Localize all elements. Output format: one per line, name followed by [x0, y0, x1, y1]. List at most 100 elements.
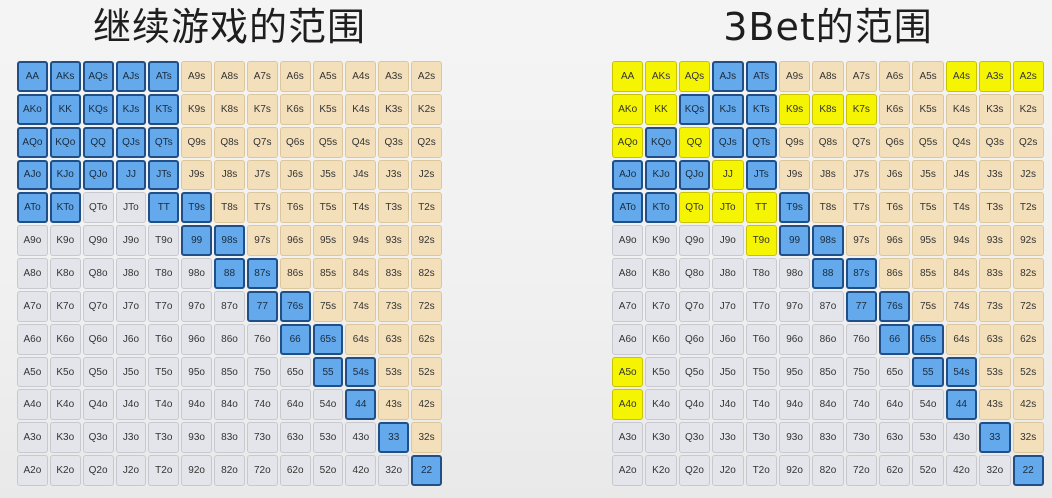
hand-cell-T7o: T7o [745, 290, 777, 322]
hand-cell-KTo: KTo [49, 192, 81, 224]
hand-cell-74s: 74s [945, 290, 978, 322]
hand-cell-QQ: QQ [82, 126, 114, 158]
hand-cell-K9s: K9s [778, 93, 811, 125]
hand-cell-62o: 62o [279, 455, 311, 486]
hand-cell-54o: 54o [312, 389, 344, 421]
hand-cell-A3s: A3s [378, 61, 410, 92]
hand-cell-AQo: AQo [612, 126, 644, 158]
hand-cell-73o: 73o [246, 422, 278, 454]
hand-cell-KJs: KJs [712, 93, 744, 125]
threebet-range-title: 3Bet的范围 [723, 5, 933, 49]
hand-cell-85s: 85s [912, 258, 944, 289]
hand-cell-K7o: K7o [49, 290, 81, 322]
hand-cell-73s: 73s [979, 290, 1011, 322]
hand-cell-82o: 82o [812, 455, 844, 486]
hand-cell-A5o: A5o [612, 356, 644, 388]
hand-cell-J2s: J2s [1012, 159, 1044, 191]
hand-cell-K9o: K9o [645, 225, 677, 257]
hand-cell-92s: 92s [1012, 225, 1044, 257]
hand-cell-76s: 76s [279, 290, 311, 322]
hand-cell-42o: 42o [345, 455, 377, 486]
hand-cell-53o: 53o [912, 422, 944, 454]
hand-cell-J6s: J6s [279, 159, 311, 191]
hand-cell-K5s: K5s [912, 93, 944, 125]
hand-cell-85o: 85o [214, 356, 245, 388]
hand-cell-JTo: JTo [115, 192, 147, 224]
hand-cell-55: 55 [312, 356, 344, 388]
hand-cell-44: 44 [945, 389, 978, 421]
hand-cell-53o: 53o [312, 422, 344, 454]
hand-cell-KQs: KQs [82, 93, 114, 125]
hand-cell-J8s: J8s [214, 159, 245, 191]
hand-cell-T7s: T7s [246, 192, 278, 224]
hand-cell-33: 33 [378, 422, 410, 454]
hand-cell-Q4s: Q4s [945, 126, 978, 158]
hand-cell-A6s: A6s [279, 61, 311, 92]
hand-cell-Q4o: Q4o [678, 389, 711, 421]
hand-cell-Q8o: Q8o [678, 258, 711, 289]
hand-cell-K7o: K7o [645, 290, 677, 322]
hand-cell-T8o: T8o [148, 258, 180, 289]
hand-cell-94o: 94o [778, 389, 811, 421]
hand-cell-Q8s: Q8s [812, 126, 844, 158]
hand-cell-T6o: T6o [745, 323, 777, 355]
hand-cell-42s: 42s [1012, 389, 1044, 421]
hand-cell-Q7s: Q7s [845, 126, 877, 158]
hand-cell-Q6s: Q6s [879, 126, 911, 158]
hand-cell-KK: KK [645, 93, 677, 125]
hand-cell-97o: 97o [778, 290, 811, 322]
hand-cell-K3s: K3s [378, 93, 410, 125]
hand-cell-63s: 63s [979, 323, 1011, 355]
hand-cell-QJo: QJo [82, 159, 114, 191]
hand-cell-T2o: T2o [148, 455, 180, 486]
hand-cell-T4s: T4s [945, 192, 978, 224]
hand-cell-A4o: A4o [17, 389, 48, 421]
hand-cell-KTs: KTs [745, 93, 777, 125]
hand-cell-A5s: A5s [912, 61, 944, 92]
hand-cell-43o: 43o [945, 422, 978, 454]
hand-cell-94o: 94o [181, 389, 213, 421]
hand-cell-98o: 98o [181, 258, 213, 289]
hand-cell-65s: 65s [312, 323, 344, 355]
hand-cell-87s: 87s [845, 258, 877, 289]
hand-cell-K2s: K2s [411, 93, 442, 125]
hand-cell-95o: 95o [181, 356, 213, 388]
hand-cell-J6o: J6o [115, 323, 147, 355]
hand-cell-A7s: A7s [246, 61, 278, 92]
hand-cell-T3o: T3o [745, 422, 777, 454]
hand-cell-A4s: A4s [945, 61, 978, 92]
hand-cell-73o: 73o [845, 422, 877, 454]
hand-cell-J7s: J7s [845, 159, 877, 191]
hand-cell-A5o: A5o [17, 356, 48, 388]
hand-cell-Q7o: Q7o [678, 290, 711, 322]
hand-cell-A4s: A4s [345, 61, 377, 92]
hand-cell-J9s: J9s [181, 159, 213, 191]
hand-cell-Q7o: Q7o [82, 290, 114, 322]
hand-cell-86s: 86s [879, 258, 911, 289]
hand-cell-K4s: K4s [945, 93, 978, 125]
hand-cell-T8o: T8o [745, 258, 777, 289]
hand-cell-T6s: T6s [279, 192, 311, 224]
hand-cell-Q5o: Q5o [678, 356, 711, 388]
hand-cell-75o: 75o [246, 356, 278, 388]
hand-cell-AJo: AJo [17, 159, 48, 191]
hand-cell-Q3s: Q3s [378, 126, 410, 158]
hand-cell-A9o: A9o [17, 225, 48, 257]
hand-cell-T8s: T8s [214, 192, 245, 224]
hand-cell-J5s: J5s [912, 159, 944, 191]
hand-cell-63s: 63s [378, 323, 410, 355]
hand-cell-83o: 83o [812, 422, 844, 454]
hand-cell-ATs: ATs [745, 61, 777, 92]
hand-cell-J9s: J9s [778, 159, 811, 191]
hand-cell-65o: 65o [279, 356, 311, 388]
hand-cell-43s: 43s [378, 389, 410, 421]
hand-cell-AKs: AKs [645, 61, 677, 92]
hand-cell-A9o: A9o [612, 225, 644, 257]
hand-cell-62s: 62s [411, 323, 442, 355]
hand-cell-K3o: K3o [49, 422, 81, 454]
hand-cell-K6o: K6o [645, 323, 677, 355]
hand-cell-93o: 93o [778, 422, 811, 454]
hand-cell-Q6o: Q6o [82, 323, 114, 355]
hand-cell-84o: 84o [812, 389, 844, 421]
hand-cell-TT: TT [148, 192, 180, 224]
